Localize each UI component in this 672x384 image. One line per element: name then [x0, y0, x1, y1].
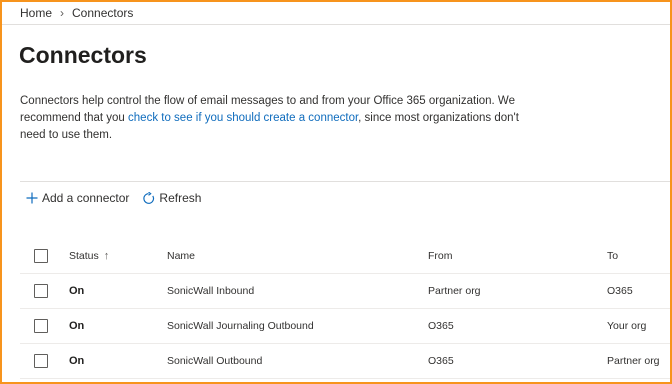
create-connector-help-link[interactable]: check to see if you should create a conn…	[128, 112, 358, 124]
row-select-cell	[34, 274, 48, 308]
column-header-status-label: Status	[69, 250, 99, 262]
select-all-cell	[34, 239, 48, 273]
row-to: O365	[607, 285, 633, 297]
divider	[20, 181, 670, 182]
row-status: On	[69, 285, 85, 297]
row-to: Your org	[607, 320, 647, 332]
refresh-button[interactable]: Refresh	[142, 191, 201, 205]
row-from: O365	[428, 320, 454, 332]
page-description: Connectors help control the flow of emai…	[20, 93, 540, 144]
plus-icon	[26, 192, 38, 204]
add-connector-button[interactable]: Add a connector	[26, 191, 129, 205]
page-title: Connectors	[19, 42, 147, 68]
breadcrumb: Home › Connectors	[20, 6, 133, 20]
select-all-checkbox[interactable]	[34, 249, 48, 263]
arrow-up-icon: ↑	[103, 250, 110, 262]
row-status: On	[69, 320, 85, 332]
row-select-cell	[34, 344, 48, 378]
breadcrumb-current: Connectors	[72, 6, 134, 20]
table-header-row: Status ↑ Name From To	[20, 239, 670, 274]
row-from: Partner org	[428, 285, 481, 297]
refresh-label: Refresh	[159, 191, 202, 205]
breadcrumb-home[interactable]: Home	[20, 6, 52, 20]
connectors-table: Status ↑ Name From To On SonicWall Inbou…	[20, 239, 670, 379]
row-status: On	[69, 355, 85, 367]
row-from: O365	[428, 355, 454, 367]
refresh-icon	[142, 191, 155, 205]
row-name: SonicWall Journaling Outbound	[167, 320, 314, 332]
divider	[2, 24, 670, 25]
row-checkbox[interactable]	[34, 284, 48, 298]
table-row[interactable]: On SonicWall Outbound O365 Partner org	[20, 344, 670, 379]
row-to: Partner org	[607, 355, 660, 367]
row-name: SonicWall Inbound	[167, 285, 255, 297]
column-header-name[interactable]: Name	[167, 239, 195, 273]
table-row[interactable]: On SonicWall Journaling Outbound O365 Yo…	[20, 309, 670, 344]
column-header-to[interactable]: To	[607, 239, 618, 273]
toolbar: Add a connector Refresh	[26, 191, 201, 205]
table-row[interactable]: On SonicWall Inbound Partner org O365	[20, 274, 670, 309]
chevron-right-icon: ›	[60, 6, 65, 20]
column-header-from[interactable]: From	[428, 239, 453, 273]
row-checkbox[interactable]	[34, 319, 48, 333]
row-name: SonicWall Outbound	[167, 355, 263, 367]
row-checkbox[interactable]	[34, 354, 48, 368]
row-select-cell	[34, 309, 48, 343]
add-connector-label: Add a connector	[42, 191, 130, 205]
column-header-status[interactable]: Status ↑	[69, 239, 109, 273]
screenshot-frame: Home › Connectors Connectors Connectors …	[0, 0, 672, 384]
